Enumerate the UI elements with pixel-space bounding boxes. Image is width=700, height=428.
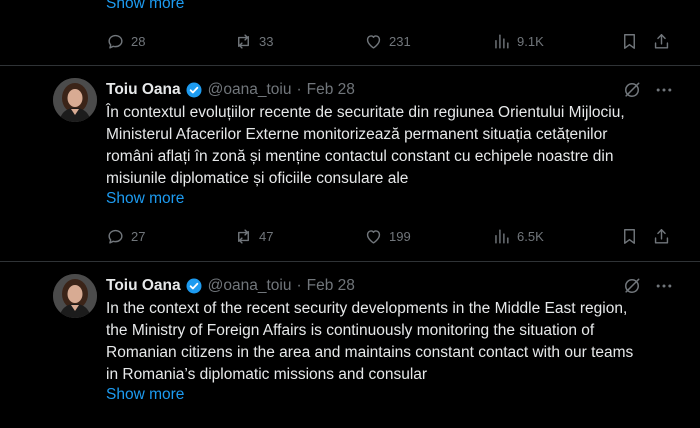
verified-badge-icon [186,82,202,98]
bookmark-icon [624,33,635,49]
share-button[interactable] [652,226,671,246]
bookmark-icon [624,228,635,244]
avatar[interactable] [53,274,97,318]
tweet-date[interactable]: Feb 28 [307,277,355,295]
repost-count: 33 [259,33,274,49]
verified-badge-icon [186,278,202,294]
reply-icon [108,34,123,49]
tweet-text: În contextul evoluțiilor recente de secu… [106,104,625,187]
tweet-actions: 27 47 199 6.5K [106,226,676,246]
reply-button[interactable]: 27 [106,226,145,246]
tweet-actions: 28 33 231 9.1K [106,31,676,51]
dot-separator: · [296,277,302,294]
repost-icon [238,228,249,244]
like-count: 199 [389,228,411,244]
views-button[interactable]: 9.1K [492,31,544,51]
views-icon [495,33,509,49]
bookmark-button[interactable] [620,226,639,246]
show-more-link[interactable]: Show more [106,386,184,404]
tweet-header: Toiu Oana @oana_toiu · Feb 28 [106,80,355,100]
heart-icon [366,34,381,49]
share-button[interactable] [652,31,671,51]
dot-separator: · [296,81,302,98]
tweet-header: Toiu Oana @oana_toiu · Feb 28 [106,276,355,296]
tweet[interactable]: Toiu Oana @oana_toiu · Feb 28 În context… [0,66,700,262]
repost-count: 47 [259,228,274,244]
views-count: 6.5K [517,228,544,244]
more-icon[interactable] [654,276,674,296]
views-button[interactable]: 6.5K [492,226,544,246]
repost-button[interactable]: 47 [234,226,273,246]
views-icon [495,228,509,244]
author-handle[interactable]: @oana_toiu [208,81,292,99]
bookmark-button[interactable] [620,31,639,51]
grok-icon[interactable] [622,80,642,100]
like-button[interactable]: 199 [364,226,411,246]
avatar[interactable] [53,78,97,122]
repost-icon [238,33,249,49]
tweet[interactable]: Toiu Oana @oana_toiu · Feb 28 In the con… [0,262,700,428]
share-icon [654,228,669,244]
avatar-photo [53,274,97,318]
reply-count: 27 [131,228,146,244]
heart-icon [366,229,381,244]
reply-icon [108,229,123,244]
share-icon [654,33,669,49]
views-count: 9.1K [517,33,544,49]
reply-count: 28 [131,33,146,49]
show-more-link[interactable]: Show more [106,190,184,208]
tweet-text: In the context of the recent security de… [106,300,634,383]
author-name[interactable]: Toiu Oana [106,277,181,295]
grok-icon[interactable] [622,276,642,296]
reply-button[interactable]: 28 [106,31,145,51]
tweet-date[interactable]: Feb 28 [307,81,355,99]
author-name[interactable]: Toiu Oana [106,81,181,99]
more-icon[interactable] [654,80,674,100]
show-more-link[interactable]: Show more [106,0,184,13]
repost-button[interactable]: 33 [234,31,273,51]
like-button[interactable]: 231 [364,31,411,51]
like-count: 231 [389,33,411,49]
avatar-photo [53,78,97,122]
author-handle[interactable]: @oana_toiu [208,277,292,295]
